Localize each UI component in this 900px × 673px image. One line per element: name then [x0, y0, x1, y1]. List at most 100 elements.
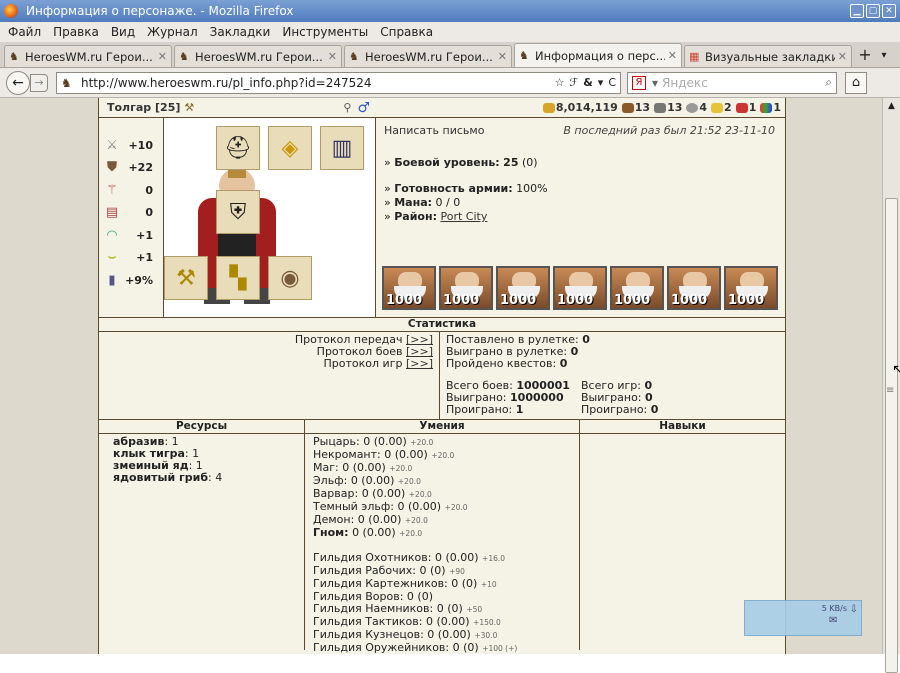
tab-player-info[interactable]: ♞ Информация о перс... ✕	[514, 43, 682, 67]
search-input[interactable]: Я ▾ Яндекс ⌕	[627, 71, 837, 94]
chat-icon: ✉	[829, 615, 838, 626]
player-level-tag: [25]	[155, 101, 181, 114]
battle-level: » Боевой уровень: 25 (0)	[384, 156, 538, 169]
district: » Район: Port City	[384, 210, 488, 223]
tab-close-icon[interactable]: ✕	[668, 49, 677, 62]
maximize-button[interactable]: ▢	[866, 4, 880, 18]
stat-luck: ◠ +1	[99, 224, 163, 247]
site-favicon-icon: ♞	[179, 49, 189, 63]
game-totals: Всего игр: 0 Выиграно: 0 Проиграно: 0	[581, 379, 659, 416]
crystal-icon	[735, 102, 748, 113]
stat-morale: ⌣ +1	[99, 247, 163, 270]
scroll-up-arrow[interactable]: ▲	[883, 98, 900, 114]
home-button[interactable]: ⌂	[845, 71, 867, 94]
tab-heroeswm-2[interactable]: ♞ HeroesWM.ru Герои... ✕	[174, 45, 342, 67]
wood-value: 13	[634, 101, 651, 114]
battle-totals: Всего боев: 1000001 Выиграно: 1000000 Пр…	[446, 379, 570, 416]
troop-slot[interactable]: 1000	[667, 266, 721, 310]
scroll-thumb[interactable]	[885, 198, 898, 673]
tab-heroeswm-1[interactable]: ♞ HeroesWM.ru Герои... ✕	[4, 45, 172, 67]
new-tab-button[interactable]: +	[854, 45, 876, 67]
player-resources: 8,014,119 13 13 4 2 1 1	[376, 101, 785, 114]
mercury-value: 4	[699, 101, 708, 114]
troop-slot[interactable]: 1000	[553, 266, 607, 310]
troop-slot[interactable]: 1000	[610, 266, 664, 310]
game-protocol-link[interactable]: [>>]	[406, 357, 433, 370]
player-stats: ⚔ +10 ⛊ +22 ⚚ 0 ▤ 0 ◠ +1 ⌣ +1 ▮ +9%	[99, 118, 164, 317]
sulfur-icon	[711, 102, 724, 113]
troop-slot[interactable]: 1000	[439, 266, 493, 310]
tab-list-button[interactable]: ▾	[876, 45, 892, 67]
spellpower-icon: ⚚	[106, 182, 118, 198]
close-button[interactable]: ✕	[882, 4, 896, 18]
bookmark-star-icon[interactable]: ☆	[555, 76, 565, 89]
stat-spellpower: ⚚ 0	[99, 179, 163, 202]
helmet-slot[interactable]: ⛑	[216, 126, 260, 170]
book-slot[interactable]: ▥	[320, 126, 364, 170]
reload-icon[interactable]: C	[608, 76, 616, 89]
translate-icon[interactable]: ℱ	[570, 76, 579, 89]
search-icon[interactable]: ⌕	[825, 75, 832, 90]
menu-help[interactable]: Справка	[380, 25, 433, 39]
window-titlebar: Информация о персонаже. - Mozilla Firefo…	[0, 0, 900, 22]
initiative-icon: ▮	[108, 272, 116, 288]
boots-slot[interactable]: ▚	[216, 256, 260, 300]
ampersand-icon[interactable]: &	[583, 76, 593, 89]
dropdown-icon[interactable]: ▾	[598, 76, 604, 89]
armor-slot[interactable]: ⛨	[216, 190, 260, 234]
troop-slot[interactable]: 1000	[382, 266, 436, 310]
shield-slot[interactable]: ◉	[268, 256, 312, 300]
player-nick[interactable]: Толгар	[107, 101, 151, 114]
district-link[interactable]: Port City	[440, 210, 487, 223]
hammer-icon: ⚒	[184, 101, 195, 114]
tab-close-icon[interactable]: ✕	[328, 50, 337, 63]
site-favicon-icon: ♞	[9, 49, 19, 63]
menu-file[interactable]: Файл	[8, 25, 41, 39]
skills-column: Умения Рыцарь: 0 (0.00) +20.0 Некромант:…	[305, 420, 580, 654]
menu-edit[interactable]: Правка	[53, 25, 99, 39]
menu-view[interactable]: Вид	[111, 25, 135, 39]
game-protocol: Протокол игр [>>]	[323, 357, 433, 370]
amulet-slot[interactable]: ◈	[268, 126, 312, 170]
ore-icon	[654, 102, 667, 113]
tab-heroeswm-3[interactable]: ♞ HeroesWM.ru Герои... ✕	[344, 45, 512, 67]
menu-bookmarks[interactable]: Закладки	[210, 25, 271, 39]
back-button[interactable]: ←	[6, 70, 30, 95]
yandex-logo-icon: Я	[632, 75, 646, 90]
male-gender-icon: ♂	[357, 99, 370, 116]
url-text[interactable]: http://www.heroeswm.ru/pl_info.php?id=24…	[81, 76, 555, 90]
statistics-section: Протокол передач [>>] Протокол боев [>>]…	[99, 332, 785, 420]
forward-button[interactable]: →	[30, 73, 48, 92]
download-speed-widget[interactable]: 5 KB/s ⇩ ✉	[744, 600, 862, 636]
bottom-section: Ресурсы абразив: 1 клык тигра: 1 змеиный…	[99, 420, 785, 654]
statistics-header: Статистика	[99, 318, 785, 332]
tab-visual-bookmarks[interactable]: ▦ Визуальные закладки ✕	[684, 45, 852, 67]
search-placeholder: Яндекс	[662, 75, 708, 90]
tab-close-icon[interactable]: ✕	[498, 50, 507, 63]
stat-attack: ⚔ +10	[99, 134, 163, 157]
army-readiness: » Готовность армии: 100%	[384, 182, 548, 195]
stat-defense: ⛊ +22	[99, 157, 163, 180]
resources-list: абразив: 1 клык тигра: 1 змеиный яд: 1 я…	[99, 434, 304, 484]
menu-tools[interactable]: Инструменты	[282, 25, 368, 39]
defense-icon: ⛊	[107, 160, 117, 176]
search-engine-dropdown-icon[interactable]: ▾	[652, 76, 658, 90]
troop-slot[interactable]: 1000	[724, 266, 778, 310]
weapon-slot[interactable]: ⚒	[164, 256, 208, 300]
guild-skill: Гильдия Оружейников: 0 (0) +100 (+)	[313, 641, 518, 654]
luck-icon: ◠	[107, 227, 117, 243]
download-speed: 5 KB/s	[821, 604, 847, 613]
tab-close-icon[interactable]: ✕	[838, 50, 847, 63]
url-bar[interactable]: ♞ http://www.heroeswm.ru/pl_info.php?id=…	[56, 71, 621, 94]
menu-history[interactable]: Журнал	[147, 25, 198, 39]
page-viewport: Толгар [25] ⚒ ⚲ ♂ 8,014,119 13 13 4 2 1 …	[0, 98, 882, 654]
tab-close-icon[interactable]: ✕	[158, 50, 167, 63]
troop-slot[interactable]: 1000	[496, 266, 550, 310]
hero-avatar-box: ⛑ ◈ ▥ ⛨ ⚒ ▚ ◉	[164, 118, 376, 317]
window-title: Информация о персонаже. - Mozilla Firefo…	[26, 4, 294, 18]
magnifier-icon[interactable]: ⚲	[343, 101, 351, 114]
gold-icon	[542, 102, 555, 113]
minimize-button[interactable]: ▁	[850, 4, 864, 18]
statistics-counters: Поставлено в рулетке: 0 Выиграно в рулет…	[439, 332, 785, 419]
resize-grip-icon: ≡	[886, 385, 895, 396]
